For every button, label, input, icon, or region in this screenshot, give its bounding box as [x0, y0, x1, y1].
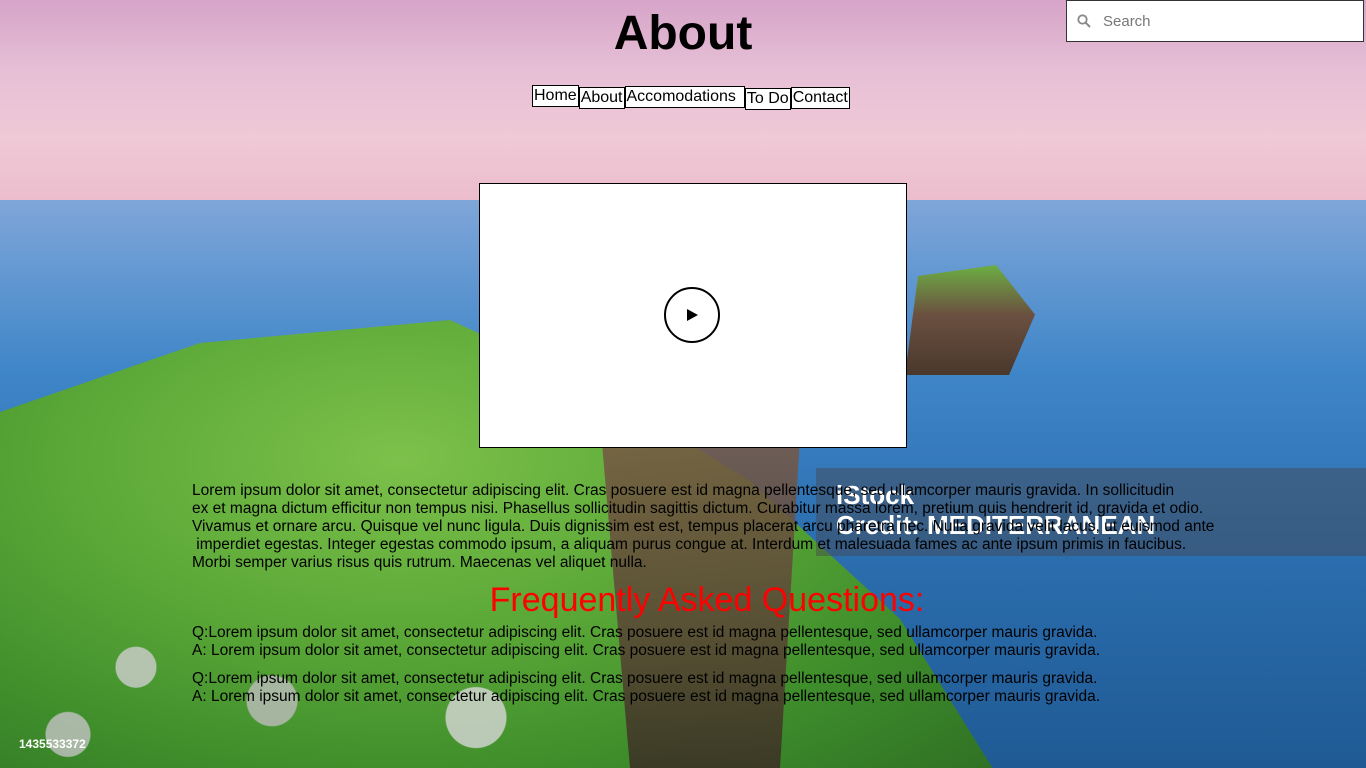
- nav-to-do[interactable]: To Do: [744, 88, 791, 110]
- intro-line: ex et magna dictum efficitur non tempus …: [192, 500, 1204, 517]
- faq-heading: Frequently Asked Questions:: [489, 581, 925, 619]
- faq-question: Q:Lorem ipsum dolor sit amet, consectetu…: [192, 624, 1098, 641]
- search-icon: [1077, 14, 1091, 28]
- nav-home[interactable]: Home: [532, 85, 579, 107]
- search-box[interactable]: [1066, 0, 1364, 42]
- video-player[interactable]: [479, 183, 907, 448]
- nav-about[interactable]: About: [578, 87, 625, 109]
- faq-answer: A: Lorem ipsum dolor sit amet, consectet…: [192, 642, 1101, 659]
- nav-contact[interactable]: Contact: [790, 87, 850, 109]
- faq-item: Q:Lorem ipsum dolor sit amet, consectetu…: [192, 670, 1252, 706]
- play-button[interactable]: [664, 287, 720, 343]
- intro-line: Vivamus et ornare arcu. Quisque vel nunc…: [192, 518, 1215, 535]
- nav-accomodations[interactable]: Accomodations: [624, 86, 745, 108]
- intro-line: Lorem ipsum dolor sit amet, consectetur …: [192, 482, 1175, 499]
- play-icon: [687, 309, 698, 321]
- intro-line: Morbi semper varius risus quis rutrum. M…: [192, 554, 647, 571]
- search-input[interactable]: [1101, 11, 1345, 31]
- faq-answer: A: Lorem ipsum dolor sit amet, consectet…: [192, 688, 1101, 705]
- stock-id: 1435533372: [19, 737, 86, 751]
- intro-line: imperdiet egestas. Integer egestas commo…: [192, 536, 1187, 553]
- main-nav: Home About Accomodations To Do Contact: [532, 85, 850, 110]
- faq-item: Q:Lorem ipsum dolor sit amet, consectetu…: [192, 624, 1252, 660]
- faq-question: Q:Lorem ipsum dolor sit amet, consectetu…: [192, 670, 1098, 687]
- main-content: Lorem ipsum dolor sit amet, consectetur …: [192, 482, 1252, 716]
